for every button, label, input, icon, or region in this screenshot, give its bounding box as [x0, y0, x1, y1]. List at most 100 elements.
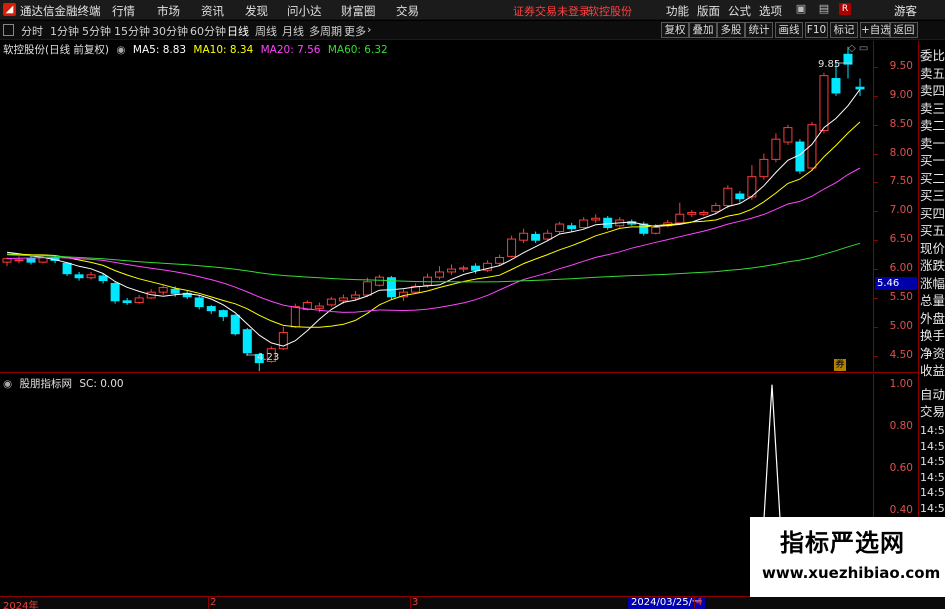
stock-period-label[interactable]: 软控股份(日线 前复权)	[3, 44, 109, 56]
indicator-pane[interactable]: ◉ 股朋指标网 SC: 0.00	[0, 374, 874, 596]
r-badge[interactable]: R	[839, 3, 851, 15]
login-notice[interactable]: 证券交易未登录	[513, 3, 590, 19]
candle-body[interactable]	[447, 268, 457, 273]
candle-body[interactable]	[110, 283, 120, 302]
candle-body[interactable]	[326, 298, 336, 306]
pane-ctl-icons[interactable]: ◇ ▭	[848, 43, 868, 54]
candle-body[interactable]	[603, 217, 613, 228]
candle-body[interactable]	[651, 226, 661, 234]
candle-body[interactable]	[134, 297, 144, 304]
tool-statistics[interactable]: 统计	[745, 22, 773, 38]
candle-body[interactable]	[771, 138, 781, 160]
candle-body[interactable]	[783, 127, 793, 143]
tool-overlay[interactable]: 叠加	[689, 22, 717, 38]
menu-formula[interactable]: 公式	[728, 3, 751, 19]
candle-body[interactable]	[14, 259, 24, 262]
window-restore-icon[interactable]: ▣	[794, 2, 808, 16]
candle-body[interactable]	[86, 274, 96, 279]
candle-body[interactable]	[122, 300, 132, 304]
period-multi[interactable]: 多周期	[309, 23, 342, 39]
candle-body[interactable]	[699, 211, 709, 215]
candlestick-chart[interactable]: 9.85 4.23	[0, 41, 874, 373]
candle-body[interactable]	[374, 276, 384, 286]
candle-body[interactable]	[350, 294, 360, 299]
user-label[interactable]: 游客	[894, 3, 917, 19]
indicator-chart[interactable]	[0, 374, 874, 596]
candle-body[interactable]	[206, 306, 216, 312]
menu-ask[interactable]: 问小达	[287, 3, 322, 19]
tool-mark[interactable]: 标记	[830, 22, 858, 38]
tool-add-watchlist[interactable]: +自选	[860, 22, 891, 38]
candle-body[interactable]	[314, 305, 324, 309]
period-intraday[interactable]: 分时	[21, 23, 43, 39]
candle-body[interactable]	[831, 78, 841, 94]
candle-body[interactable]	[531, 233, 541, 241]
period-30min[interactable]: 30分钟	[152, 23, 188, 39]
event-tag[interactable]: 券	[834, 359, 846, 371]
period-monthly[interactable]: 月线	[282, 23, 304, 39]
candle-body[interactable]	[242, 329, 252, 354]
window-tile-icon[interactable]: ▤	[817, 2, 831, 16]
tool-adjust[interactable]: 复权	[661, 22, 689, 38]
candle-body[interactable]	[230, 314, 240, 335]
candle-body[interactable]	[158, 287, 168, 293]
auto-trade-label[interactable]: 交易	[920, 401, 945, 420]
period-15min[interactable]: 15分钟	[114, 23, 150, 39]
candle-body[interactable]	[567, 225, 577, 230]
candle-body[interactable]	[819, 75, 829, 131]
candle-body[interactable]	[170, 288, 180, 294]
candle-body[interactable]	[495, 257, 505, 264]
candle-body[interactable]	[735, 193, 745, 200]
indicator-name[interactable]: 股朋指标网	[20, 378, 73, 390]
menu-function[interactable]: 功能	[666, 3, 689, 19]
candle-body[interactable]	[471, 265, 481, 271]
candle-body[interactable]	[98, 275, 108, 282]
menu-wealth[interactable]: 财富圈	[341, 3, 376, 19]
period-more[interactable]: 更多	[344, 23, 366, 39]
candle-body[interactable]	[459, 267, 469, 270]
tool-f10[interactable]: F10	[805, 22, 828, 38]
candle-body[interactable]	[759, 158, 769, 178]
candle-body[interactable]	[218, 310, 228, 317]
tool-back[interactable]: 返回	[890, 22, 918, 38]
candle-body[interactable]	[194, 297, 204, 308]
menu-discover[interactable]: 发现	[245, 3, 268, 19]
candle-body[interactable]	[543, 232, 553, 240]
candle-body[interactable]	[711, 205, 721, 212]
menu-news[interactable]: 资讯	[201, 3, 224, 19]
candle-body[interactable]	[687, 211, 697, 215]
candle-body[interactable]	[579, 219, 589, 228]
settings-circle-icon[interactable]: ◉	[3, 378, 12, 390]
candlestick-chart-pane[interactable]: 9.85 4.23 软控股份(日线 前复权) ◉ MA5: 8.83 MA10:…	[0, 41, 874, 373]
candle-body[interactable]	[519, 232, 529, 241]
tool-multi-stock[interactable]: 多股	[717, 22, 745, 38]
settings-circle-icon[interactable]: ◉	[116, 44, 125, 56]
candle-body[interactable]	[2, 258, 12, 263]
collapse-panel-icon[interactable]	[3, 24, 14, 36]
candle-body[interactable]	[290, 306, 300, 328]
candle-body[interactable]	[74, 274, 84, 279]
period-60min[interactable]: 60分钟	[190, 23, 226, 39]
menu-options[interactable]: 选项	[759, 3, 782, 19]
candle-body[interactable]	[591, 217, 601, 221]
period-weekly[interactable]: 周线	[255, 23, 277, 39]
tool-draw-line[interactable]: 画线	[775, 22, 803, 38]
menu-quotes[interactable]: 行情	[112, 3, 135, 19]
menu-layout[interactable]: 版面	[697, 3, 720, 19]
candle-body[interactable]	[338, 297, 348, 302]
candle-body[interactable]	[723, 187, 733, 207]
candle-body[interactable]	[555, 223, 565, 233]
chevron-right-icon[interactable]: ›	[367, 23, 371, 36]
candle-body[interactable]	[435, 271, 445, 278]
menu-market[interactable]: 市场	[157, 3, 180, 19]
period-daily[interactable]: 日线	[227, 23, 249, 39]
period-5min[interactable]: 5分钟	[82, 23, 111, 39]
candle-body[interactable]	[362, 281, 372, 296]
candle-body[interactable]	[26, 258, 36, 263]
candle-body[interactable]	[855, 86, 865, 90]
period-1min[interactable]: 1分钟	[50, 23, 79, 39]
candle-body[interactable]	[62, 262, 72, 275]
candle-body[interactable]	[507, 238, 517, 257]
menu-trade[interactable]: 交易	[396, 3, 419, 19]
candle-body[interactable]	[675, 213, 685, 224]
